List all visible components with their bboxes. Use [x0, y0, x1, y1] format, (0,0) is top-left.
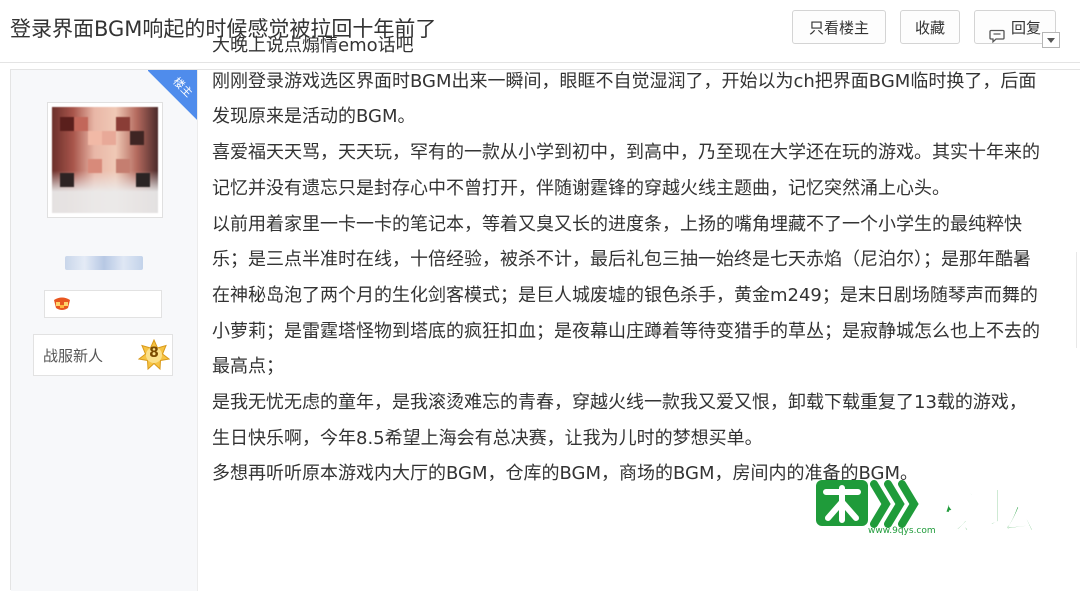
post-menu-dropdown[interactable]	[1042, 32, 1060, 48]
avatar[interactable]	[47, 102, 163, 218]
triangle-down-icon	[1043, 33, 1059, 47]
rank-row: 战服新人 8	[33, 334, 173, 376]
username-blurred[interactable]	[65, 256, 143, 270]
rank-level: 8	[149, 345, 159, 361]
post-paragraph: 大晚上说点煽情emo话吧	[212, 35, 414, 56]
post-paragraph: 以前用着家里一卡一卡的笔记本，等着又臭又长的进度条，上扬的嘴角埋藏不了一个小学生…	[212, 213, 1040, 378]
medal-icon	[53, 296, 71, 312]
star-badge-icon: 8	[138, 339, 170, 371]
medal-row	[44, 290, 162, 318]
post-paragraph: 喜爱福天天骂，天天玩，罕有的一款从小学到初中，到高中，乃至现在大学还在玩的游戏。…	[212, 142, 1040, 199]
divider	[1076, 252, 1077, 348]
avatar-image	[52, 107, 158, 213]
post-paragraph: 刚刚登录游戏选区界面时BGM出来一瞬间，眼眶不自觉湿润了，开始以为ch把界面BG…	[212, 70, 1037, 128]
post-content: 大晚上说点煽情emo话吧 刚刚登录游戏选区界面时BGM出来一瞬间，眼眶不自觉湿润…	[212, 28, 1042, 492]
author-panel: 楼主 战服新人 8	[11, 70, 198, 591]
post-paragraph: 多想再听听原本游戏内大厅的BGM，仓库的BGM，商场的BGM，房间内的准备的BG…	[212, 463, 919, 485]
rank-title: 战服新人	[43, 347, 104, 365]
post-paragraph: 是我无忧无虑的童年，是我滚烫难忘的青春，穿越火线一款我又爱又恨，卸载下载重复了1…	[212, 392, 1027, 449]
